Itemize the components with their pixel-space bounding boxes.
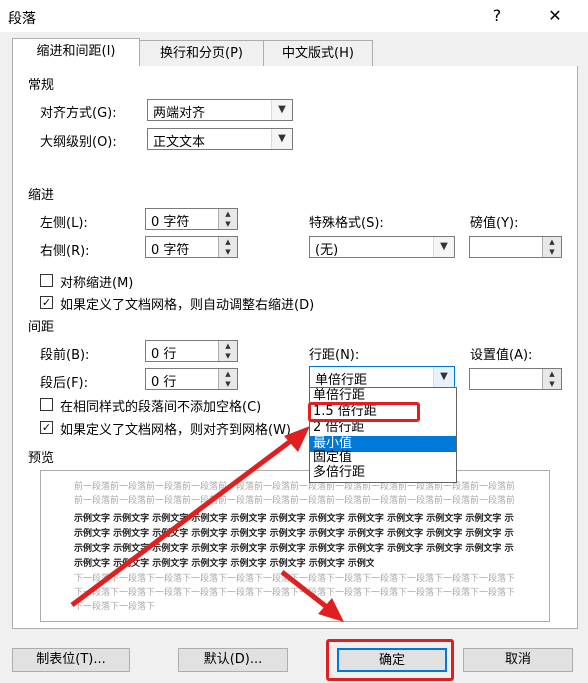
annotation-arrow-line — [280, 570, 330, 610]
annotation-arrows — [70, 426, 344, 622]
annotation-arrowhead — [284, 426, 310, 452]
annotation-arrow-line — [70, 435, 298, 607]
